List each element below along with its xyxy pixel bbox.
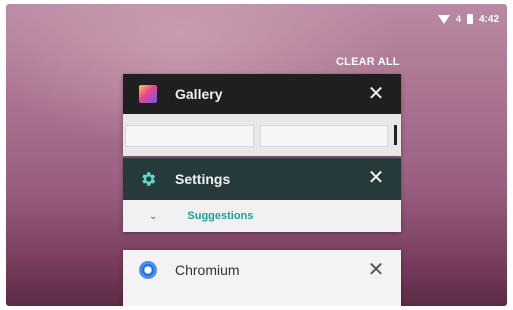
chromium-icon: [139, 261, 157, 279]
battery-icon: [466, 14, 473, 24]
recent-card-gallery[interactable]: Gallery ✕: [123, 74, 401, 156]
gallery-icon: [139, 85, 157, 103]
chevron-down-icon: ⌄: [149, 210, 158, 222]
card-header: Chromium ✕: [123, 250, 401, 290]
android-screen: 4 4:42 CLEAR ALL Gallery ✕ Settings ✕ ⌄ …: [6, 4, 507, 306]
signal-indicator: 4: [455, 14, 461, 24]
gallery-thumb-edge: [394, 125, 397, 145]
status-bar: 4 4:42: [437, 12, 499, 26]
gallery-thumbnail: [123, 114, 401, 147]
gear-icon: [142, 172, 156, 186]
card-title: Gallery: [175, 86, 223, 102]
wifi-icon: [437, 14, 450, 24]
clear-all-button[interactable]: CLEAR ALL: [336, 56, 400, 68]
close-icon[interactable]: ✕: [367, 168, 385, 188]
gallery-thumb-right: [259, 125, 388, 147]
card-title: Chromium: [175, 262, 240, 278]
settings-thumbnail: ⌄ Suggestions: [123, 200, 401, 232]
suggestions-label: Suggestions: [187, 210, 254, 222]
close-icon[interactable]: ✕: [367, 260, 385, 280]
recent-card-chromium[interactable]: Chromium ✕: [123, 250, 401, 306]
card-title: Settings: [175, 171, 231, 187]
status-time: 4:42: [478, 13, 499, 25]
card-header: Gallery ✕: [123, 74, 401, 114]
recent-card-settings[interactable]: Settings ✕ ⌄ Suggestions: [123, 158, 401, 232]
gallery-thumb-left: [125, 125, 254, 147]
close-icon[interactable]: ✕: [367, 84, 385, 104]
card-header: Settings ✕: [123, 158, 401, 200]
